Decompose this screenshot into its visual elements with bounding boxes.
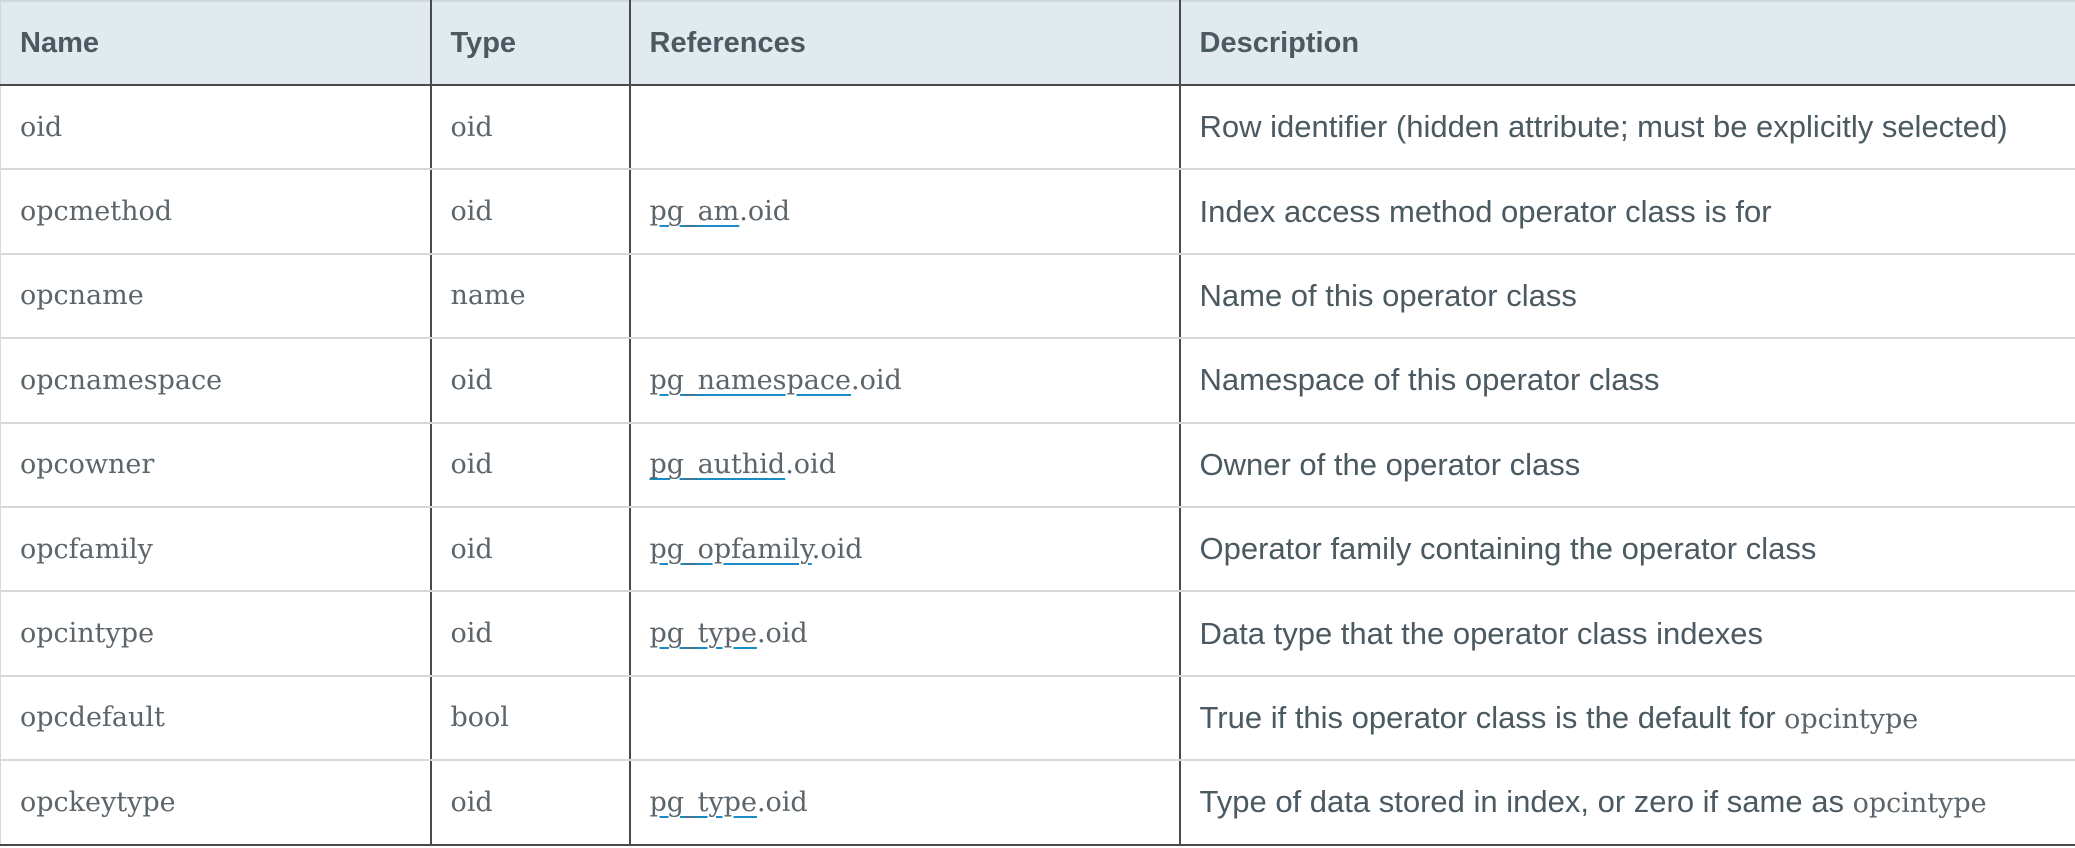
- cell-name: opcfamily: [0, 506, 432, 593]
- header-name: Name: [0, 0, 432, 86]
- table-row: opcname name Name of this operator class: [0, 253, 2075, 340]
- cell-description: Index access method operator class is fo…: [1179, 169, 2075, 255]
- table-row: opckeytype oid pg_type.oid Type of data sto…: [0, 760, 2075, 846]
- cell-type: oid: [430, 169, 631, 255]
- cell-references: pg_am.oid: [629, 169, 1181, 255]
- cell-name: opcname: [0, 253, 432, 340]
- cell-type: name: [430, 253, 631, 340]
- cell-references: pg_type.oid: [629, 760, 1181, 846]
- description-text: Namespace of this operator class: [1199, 362, 1660, 398]
- description-code: opcintype: [1784, 703, 1919, 735]
- cell-references: [629, 253, 1181, 340]
- cell-references: [629, 85, 1181, 171]
- cell-type: oid: [430, 338, 631, 424]
- cell-references: pg_authid.oid: [629, 422, 1181, 508]
- description-text: Type of data stored in index, or zero if…: [1199, 784, 1853, 820]
- table-row: opcnamespace oid pg_namespace.oid Namespace…: [0, 338, 2075, 424]
- cell-name: opckeytype: [0, 760, 432, 846]
- cell-description: True if this operator class is the defau…: [1179, 675, 2075, 762]
- description-text: Data type that the operator class indexe…: [1199, 615, 1764, 651]
- table-row: opcowner oid pg_authid.oid Owner of the ope…: [0, 422, 2075, 508]
- reference-column: .oid: [811, 533, 863, 565]
- description-text: True if this operator class is the defau…: [1199, 699, 1785, 735]
- cell-type: oid: [430, 85, 631, 171]
- reference-link[interactable]: pg_opfamily: [650, 534, 812, 565]
- reference-link[interactable]: pg_namespace: [650, 365, 851, 396]
- reference-column: .oid: [756, 786, 808, 818]
- table-row: opcdefault bool True if this operator clas…: [0, 675, 2075, 762]
- cell-name: opcdefault: [0, 675, 432, 762]
- cell-name: oid: [0, 85, 432, 171]
- reference-link[interactable]: pg_am: [650, 196, 740, 227]
- cell-type: oid: [430, 591, 631, 677]
- table-row: oid oid Row identifier (hidden attribute; …: [0, 85, 2075, 171]
- cell-type: oid: [430, 760, 631, 846]
- header-type: Type: [430, 0, 631, 86]
- reference-column: .oid: [739, 196, 791, 228]
- cell-type: bool: [430, 675, 631, 762]
- table-row: opcfamily oid pg_opfamily.oid Operator fami…: [0, 506, 2075, 593]
- cell-name: opcintype: [0, 591, 432, 677]
- table-row: opcintype oid pg_type.oid Data type that th…: [0, 591, 2075, 677]
- header-references: References: [629, 0, 1181, 86]
- reference-column: .oid: [785, 449, 836, 481]
- header-description: Description: [1179, 0, 2075, 86]
- cell-description: Operator family containing the operator …: [1179, 506, 2075, 593]
- cell-name: opcnamespace: [0, 338, 432, 424]
- cell-description: Owner of the operator class: [1179, 422, 2075, 508]
- cell-description: Data type that the operator class indexe…: [1179, 591, 2075, 677]
- reference-column: .oid: [756, 618, 808, 650]
- cell-description: Namespace of this operator class: [1179, 338, 2075, 424]
- cell-description: Row identifier (hidden attribute; must b…: [1179, 85, 2075, 171]
- cell-references: [629, 675, 1181, 762]
- table-row: opcmethod oid pg_am.oid Index access method…: [0, 169, 2075, 255]
- description-text: Row identifier (hidden attribute; must b…: [1199, 109, 2008, 145]
- description-text: Operator family containing the operator …: [1199, 531, 1817, 567]
- cell-type: oid: [430, 506, 631, 593]
- cell-type: oid: [430, 422, 631, 508]
- description-text: Name of this operator class: [1199, 277, 1577, 313]
- reference-link[interactable]: pg_type: [650, 787, 757, 818]
- cell-name: opcmethod: [0, 169, 432, 255]
- cell-references: pg_opfamily.oid: [629, 506, 1181, 593]
- reference-link[interactable]: pg_authid: [650, 449, 786, 480]
- description-text: Index access method operator class is fo…: [1199, 193, 1772, 229]
- reference-link[interactable]: pg_type: [650, 618, 757, 649]
- description-code: opcintype: [1852, 788, 1987, 820]
- cell-references: pg_type.oid: [629, 591, 1181, 677]
- cell-references: pg_namespace.oid: [629, 338, 1181, 424]
- cell-description: Name of this operator class: [1179, 253, 2075, 340]
- pg-opclass-columns-table: Name Type References Description oid oid R…: [0, 0, 2075, 846]
- table-header-row: Name Type References Description: [0, 0, 2075, 86]
- description-text: Owner of the operator class: [1199, 446, 1581, 482]
- cell-description: Type of data stored in index, or zero if…: [1179, 760, 2075, 846]
- reference-column: .oid: [850, 364, 902, 396]
- cell-name: opcowner: [0, 422, 432, 508]
